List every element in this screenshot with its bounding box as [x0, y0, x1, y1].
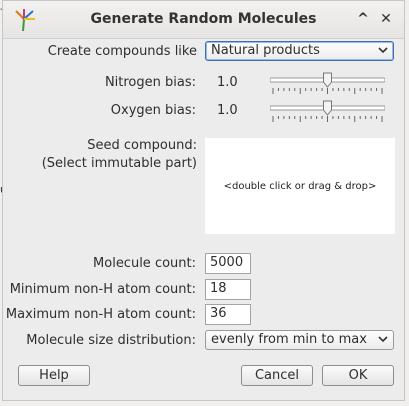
chevron-down-icon [378, 47, 388, 54]
nitrogen-slider-thumb[interactable] [323, 72, 332, 88]
compounds-label: Create compounds like [47, 44, 197, 59]
close-button[interactable]: ✕ [377, 10, 395, 28]
nitrogen-slider-ticks [272, 88, 383, 94]
seed-drop-area[interactable]: <double click or drag & drop> [204, 137, 396, 235]
distribution-select[interactable]: evenly from min to max [205, 330, 394, 350]
compounds-select-value: Natural products [211, 43, 320, 58]
compounds-select[interactable]: Natural products [205, 41, 394, 61]
max-atoms-input[interactable]: 36 [205, 304, 251, 325]
distribution-select-value: evenly from min to max [211, 332, 367, 347]
min-atoms-input[interactable]: 18 [205, 279, 251, 300]
seed-label: Seed compound: [87, 138, 197, 153]
oxygen-slider[interactable] [270, 98, 385, 124]
seed-sublabel: (Select immutable part) [41, 156, 197, 171]
minimize-button[interactable]: ^ [354, 10, 372, 28]
nitrogen-label: Nitrogen bias: [104, 75, 196, 90]
distribution-label: Molecule size distribution: [26, 333, 196, 348]
oxygen-slider-ticks [272, 116, 383, 122]
ok-button[interactable]: OK [322, 365, 394, 386]
chevron-down-icon [378, 336, 388, 343]
max-atoms-label: Maximum non-H atom count: [5, 307, 196, 322]
dialog-window: Generate Random Molecules ^ ✕ Create com… [2, 0, 405, 401]
molecule-count-input[interactable]: 5000 [205, 253, 251, 274]
cancel-button[interactable]: Cancel [241, 365, 313, 386]
seed-drop-placeholder: <double click or drag & drop> [223, 180, 377, 192]
nitrogen-slider[interactable] [270, 70, 385, 96]
oxygen-slider-thumb[interactable] [323, 100, 332, 116]
oxygen-label: Oxygen bias: [110, 103, 196, 118]
dialog-title: Generate Random Molecules [90, 11, 317, 27]
nitrogen-value: 1.0 [217, 75, 238, 90]
min-atoms-label: Minimum non-H atom count: [9, 282, 196, 297]
molecule-count-label: Molecule count: [93, 256, 196, 271]
oxygen-value: 1.0 [217, 103, 238, 118]
title-bar: Generate Random Molecules ^ ✕ [3, 1, 404, 39]
help-button[interactable]: Help [18, 365, 90, 386]
